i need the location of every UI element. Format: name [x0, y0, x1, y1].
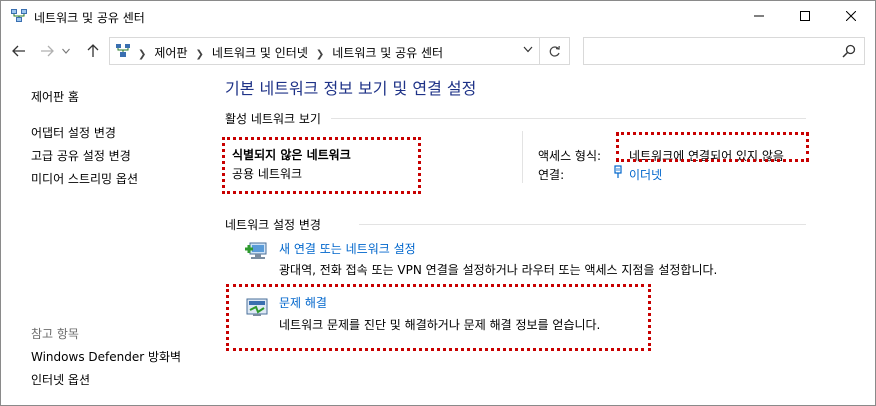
breadcrumb-separator-icon[interactable]: ❯ [138, 49, 146, 60]
maximize-icon [800, 11, 810, 21]
window-title: 네트워크 및 공유 센터 [34, 11, 145, 25]
forward-button[interactable] [37, 40, 57, 62]
minimize-icon [754, 15, 764, 17]
page-title: 기본 네트워크 정보 보기 및 연결 설정 [225, 79, 477, 98]
close-button[interactable] [828, 1, 874, 31]
section-divider [331, 118, 806, 119]
sidebar-item-internet-options[interactable]: 인터넷 옵션 [31, 371, 90, 388]
network-sharing-center-window: 네트워크 및 공유 센터 ❯ 제어판 ❯ 네트워크 및 인터넷 ❯ 네트워크 및… [0, 0, 876, 406]
new-connection-icon [245, 242, 267, 259]
sidebar-item-media-streaming[interactable]: 미디어 스트리밍 옵션 [31, 170, 138, 187]
highlight-network-box [222, 137, 421, 194]
up-button[interactable] [83, 40, 103, 62]
ethernet-connection-link[interactable]: 이더넷 [629, 166, 662, 183]
network-location-icon [116, 44, 130, 57]
control-panel-home-link[interactable]: 제어판 홈 [31, 88, 79, 105]
address-bar[interactable]: ❯ 제어판 ❯ 네트워크 및 인터넷 ❯ 네트워크 및 공유 센터 [109, 37, 540, 65]
arrow-up-icon [87, 44, 99, 57]
search-icon [842, 44, 856, 58]
search-input[interactable] [583, 37, 865, 65]
back-button[interactable] [9, 40, 29, 62]
connection-label: 연결: [538, 168, 565, 182]
new-connection-link[interactable]: 새 연결 또는 네트워크 설정 [279, 240, 416, 257]
chevron-down-icon [62, 48, 70, 54]
sidebar-item-adapter-settings[interactable]: 어댑터 설정 변경 [31, 124, 116, 141]
left-navigation-pane: 제어판 홈 어댑터 설정 변경 고급 공유 설정 변경 미디어 스트리밍 옵션 … [1, 69, 211, 405]
recent-locations-button[interactable] [59, 40, 73, 62]
vertical-divider [522, 131, 523, 183]
see-also-header: 참고 항목 [31, 327, 79, 341]
ethernet-icon [614, 165, 622, 178]
breadcrumb-item-network-sharing[interactable]: 네트워크 및 공유 센터 [332, 46, 443, 60]
sidebar-item-advanced-sharing[interactable]: 고급 공유 설정 변경 [31, 147, 131, 164]
chevron-down-icon [523, 46, 533, 53]
access-type-label: 액세스 형식: [538, 149, 602, 163]
section-divider [359, 224, 806, 225]
breadcrumb-item-control-panel[interactable]: 제어판 [154, 46, 187, 60]
breadcrumb-separator-icon[interactable]: ❯ [196, 49, 204, 60]
active-networks-heading: 활성 네트워크 보기 [225, 112, 321, 126]
title-bar: 네트워크 및 공유 센터 [1, 1, 875, 32]
breadcrumb-item-network-internet[interactable]: 네트워크 및 인터넷 [212, 46, 308, 60]
breadcrumb: ❯ 제어판 ❯ 네트워크 및 인터넷 ❯ 네트워크 및 공유 센터 [134, 44, 443, 61]
arrow-left-icon [12, 45, 25, 57]
arrow-right-icon [41, 45, 54, 57]
address-history-dropdown[interactable] [523, 45, 533, 56]
refresh-icon [549, 45, 560, 57]
breadcrumb-separator-icon[interactable]: ❯ [316, 49, 324, 60]
highlight-troubleshoot-box [226, 284, 651, 351]
new-connection-description: 광대역, 전화 접속 또는 VPN 연결을 설정하거나 라우터 또는 액세스 지… [279, 263, 718, 277]
close-icon [846, 11, 856, 21]
change-settings-heading: 네트워크 설정 변경 [225, 218, 321, 232]
navigation-bar: ❯ 제어판 ❯ 네트워크 및 인터넷 ❯ 네트워크 및 공유 센터 [1, 35, 875, 67]
maximize-button[interactable] [782, 1, 828, 31]
minimize-button[interactable] [736, 1, 782, 31]
sidebar-item-defender-firewall[interactable]: Windows Defender 방화벽 [31, 348, 181, 365]
network-app-icon [11, 9, 27, 22]
refresh-button[interactable] [540, 37, 570, 65]
highlight-access-box [616, 132, 809, 162]
